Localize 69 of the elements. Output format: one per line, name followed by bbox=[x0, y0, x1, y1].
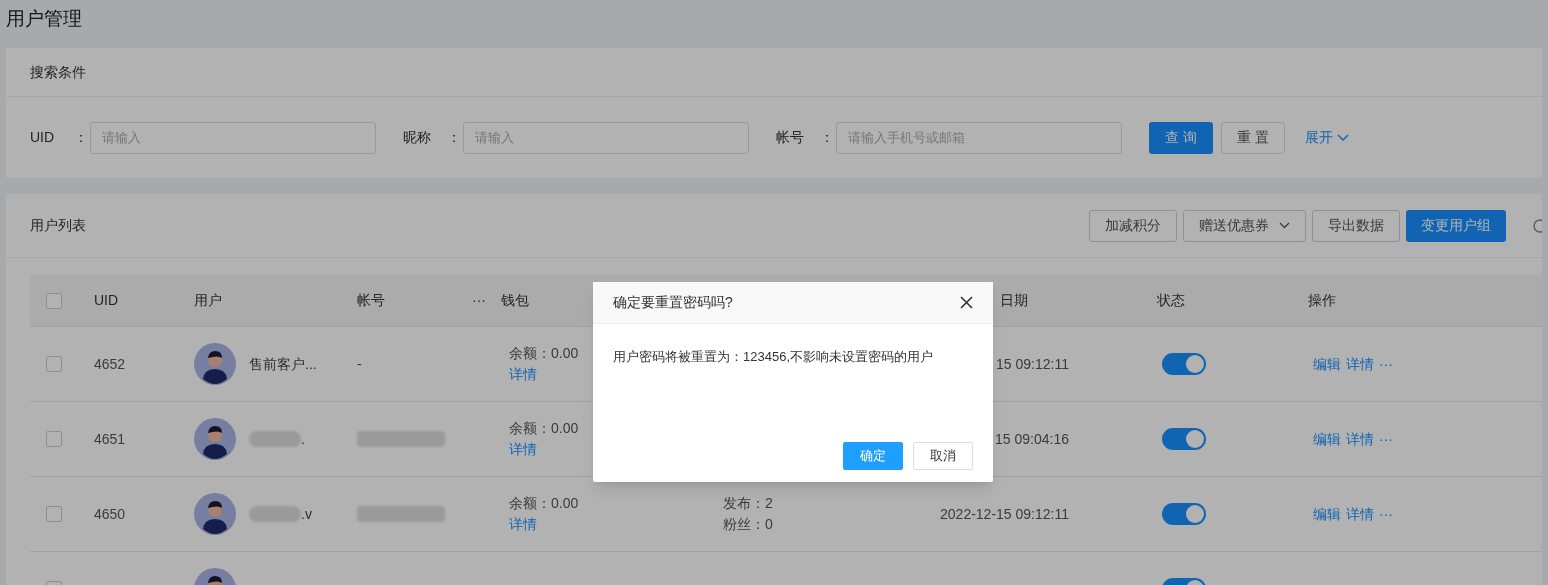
column-options-icon[interactable]: ··· bbox=[472, 292, 486, 308]
uid-cell: 4650 bbox=[94, 505, 126, 522]
date-cell-text: 2022-12-15 09:12:11 bbox=[940, 504, 1069, 524]
balance-text: 余额：0.00 bbox=[509, 344, 579, 363]
column-header: 日期 bbox=[1000, 292, 1028, 308]
user-name: 售前客户... bbox=[249, 354, 317, 374]
header-checkbox[interactable] bbox=[46, 292, 62, 309]
toolbar-button[interactable]: 导出数据 bbox=[1312, 209, 1400, 242]
dialog-message: 用户密码将被重置为：123456,不影响未设置密码的用户 bbox=[613, 349, 933, 364]
date-cell-text: 15 09:12:11 bbox=[996, 354, 1069, 374]
row-action-link[interactable]: 编辑 bbox=[1313, 428, 1341, 450]
row-action-link[interactable]: 详情 bbox=[1346, 353, 1374, 375]
row-action-link[interactable]: 详情 bbox=[1346, 428, 1374, 450]
toolbar-button[interactable]: 变更用户组 bbox=[1406, 209, 1506, 242]
avatar-icon bbox=[194, 343, 236, 385]
row-action-link[interactable]: 编辑 bbox=[1313, 353, 1341, 375]
row-action-link[interactable]: 编辑 bbox=[1313, 503, 1341, 525]
uid-cell: 4652 bbox=[94, 355, 126, 372]
toolbar-button[interactable]: 赠送优惠券 bbox=[1183, 209, 1306, 242]
page-title: 用户管理 bbox=[5, 7, 83, 31]
more-actions-link[interactable]: ··· bbox=[1379, 353, 1393, 375]
stat-text: 发布：2 bbox=[723, 494, 773, 513]
list-title: 用户列表 bbox=[30, 216, 87, 235]
more-actions-link[interactable]: ··· bbox=[1379, 503, 1393, 525]
user-name: .v bbox=[301, 504, 312, 524]
avatar-icon bbox=[194, 493, 236, 535]
cancel-button[interactable]: 取消 bbox=[913, 442, 973, 470]
chevron-down-icon bbox=[1337, 133, 1349, 142]
uid-cell: 4651 bbox=[94, 430, 126, 447]
column-header: 操作 bbox=[1308, 292, 1336, 308]
expand-link[interactable]: 展开 bbox=[1305, 127, 1349, 148]
avatar-icon bbox=[194, 418, 236, 460]
field-label: UID bbox=[30, 128, 56, 147]
balance-text: 余额：0.00 bbox=[509, 419, 579, 438]
status-toggle[interactable] bbox=[1162, 353, 1206, 375]
column-header: 状态 bbox=[1157, 292, 1185, 308]
label-colon: ： bbox=[74, 128, 88, 147]
row-checkbox[interactable] bbox=[46, 506, 62, 522]
column-header: 钱包 bbox=[501, 292, 529, 308]
user-name: . bbox=[301, 429, 305, 449]
row-action-link[interactable]: 详情 bbox=[1346, 503, 1374, 525]
column-header: 用户 bbox=[194, 292, 222, 308]
reset-button[interactable]: 重 置 bbox=[1221, 121, 1285, 154]
column-header: UID bbox=[94, 292, 119, 308]
wallet-details-link[interactable]: 详情 bbox=[509, 364, 537, 385]
query-button[interactable]: 查 询 bbox=[1149, 121, 1213, 154]
column-header: 帐号 bbox=[357, 292, 385, 308]
field-label: 昵称 bbox=[403, 128, 432, 147]
status-toggle[interactable] bbox=[1162, 428, 1206, 450]
label-colon: ： bbox=[820, 128, 834, 147]
search-panel-title: 搜索条件 bbox=[30, 62, 86, 82]
stat-text: 粉丝：0 bbox=[723, 515, 773, 534]
wallet-details-link[interactable]: 详情 bbox=[509, 439, 537, 460]
more-actions-link[interactable]: ··· bbox=[1379, 428, 1393, 450]
field-label: 帐号 bbox=[776, 128, 805, 147]
wallet-details-link[interactable]: 详情 bbox=[509, 514, 537, 535]
caret-icon bbox=[1279, 222, 1290, 229]
balance-text: 余额：0.00 bbox=[509, 494, 579, 513]
dialog-title: 确定要重置密码吗? bbox=[613, 293, 734, 312]
status-toggle[interactable] bbox=[1162, 503, 1206, 525]
row-checkbox[interactable] bbox=[46, 431, 62, 447]
confirm-button[interactable]: 确定 bbox=[843, 442, 903, 470]
account-cell: - bbox=[357, 355, 362, 372]
label-colon: ： bbox=[447, 128, 461, 147]
close-icon[interactable] bbox=[960, 296, 973, 309]
toolbar-button[interactable]: 加减积分 bbox=[1089, 209, 1177, 242]
date-cell-text: 15 09:04:16 bbox=[995, 429, 1069, 449]
search-icon[interactable] bbox=[1532, 217, 1542, 234]
row-checkbox[interactable] bbox=[46, 356, 62, 372]
